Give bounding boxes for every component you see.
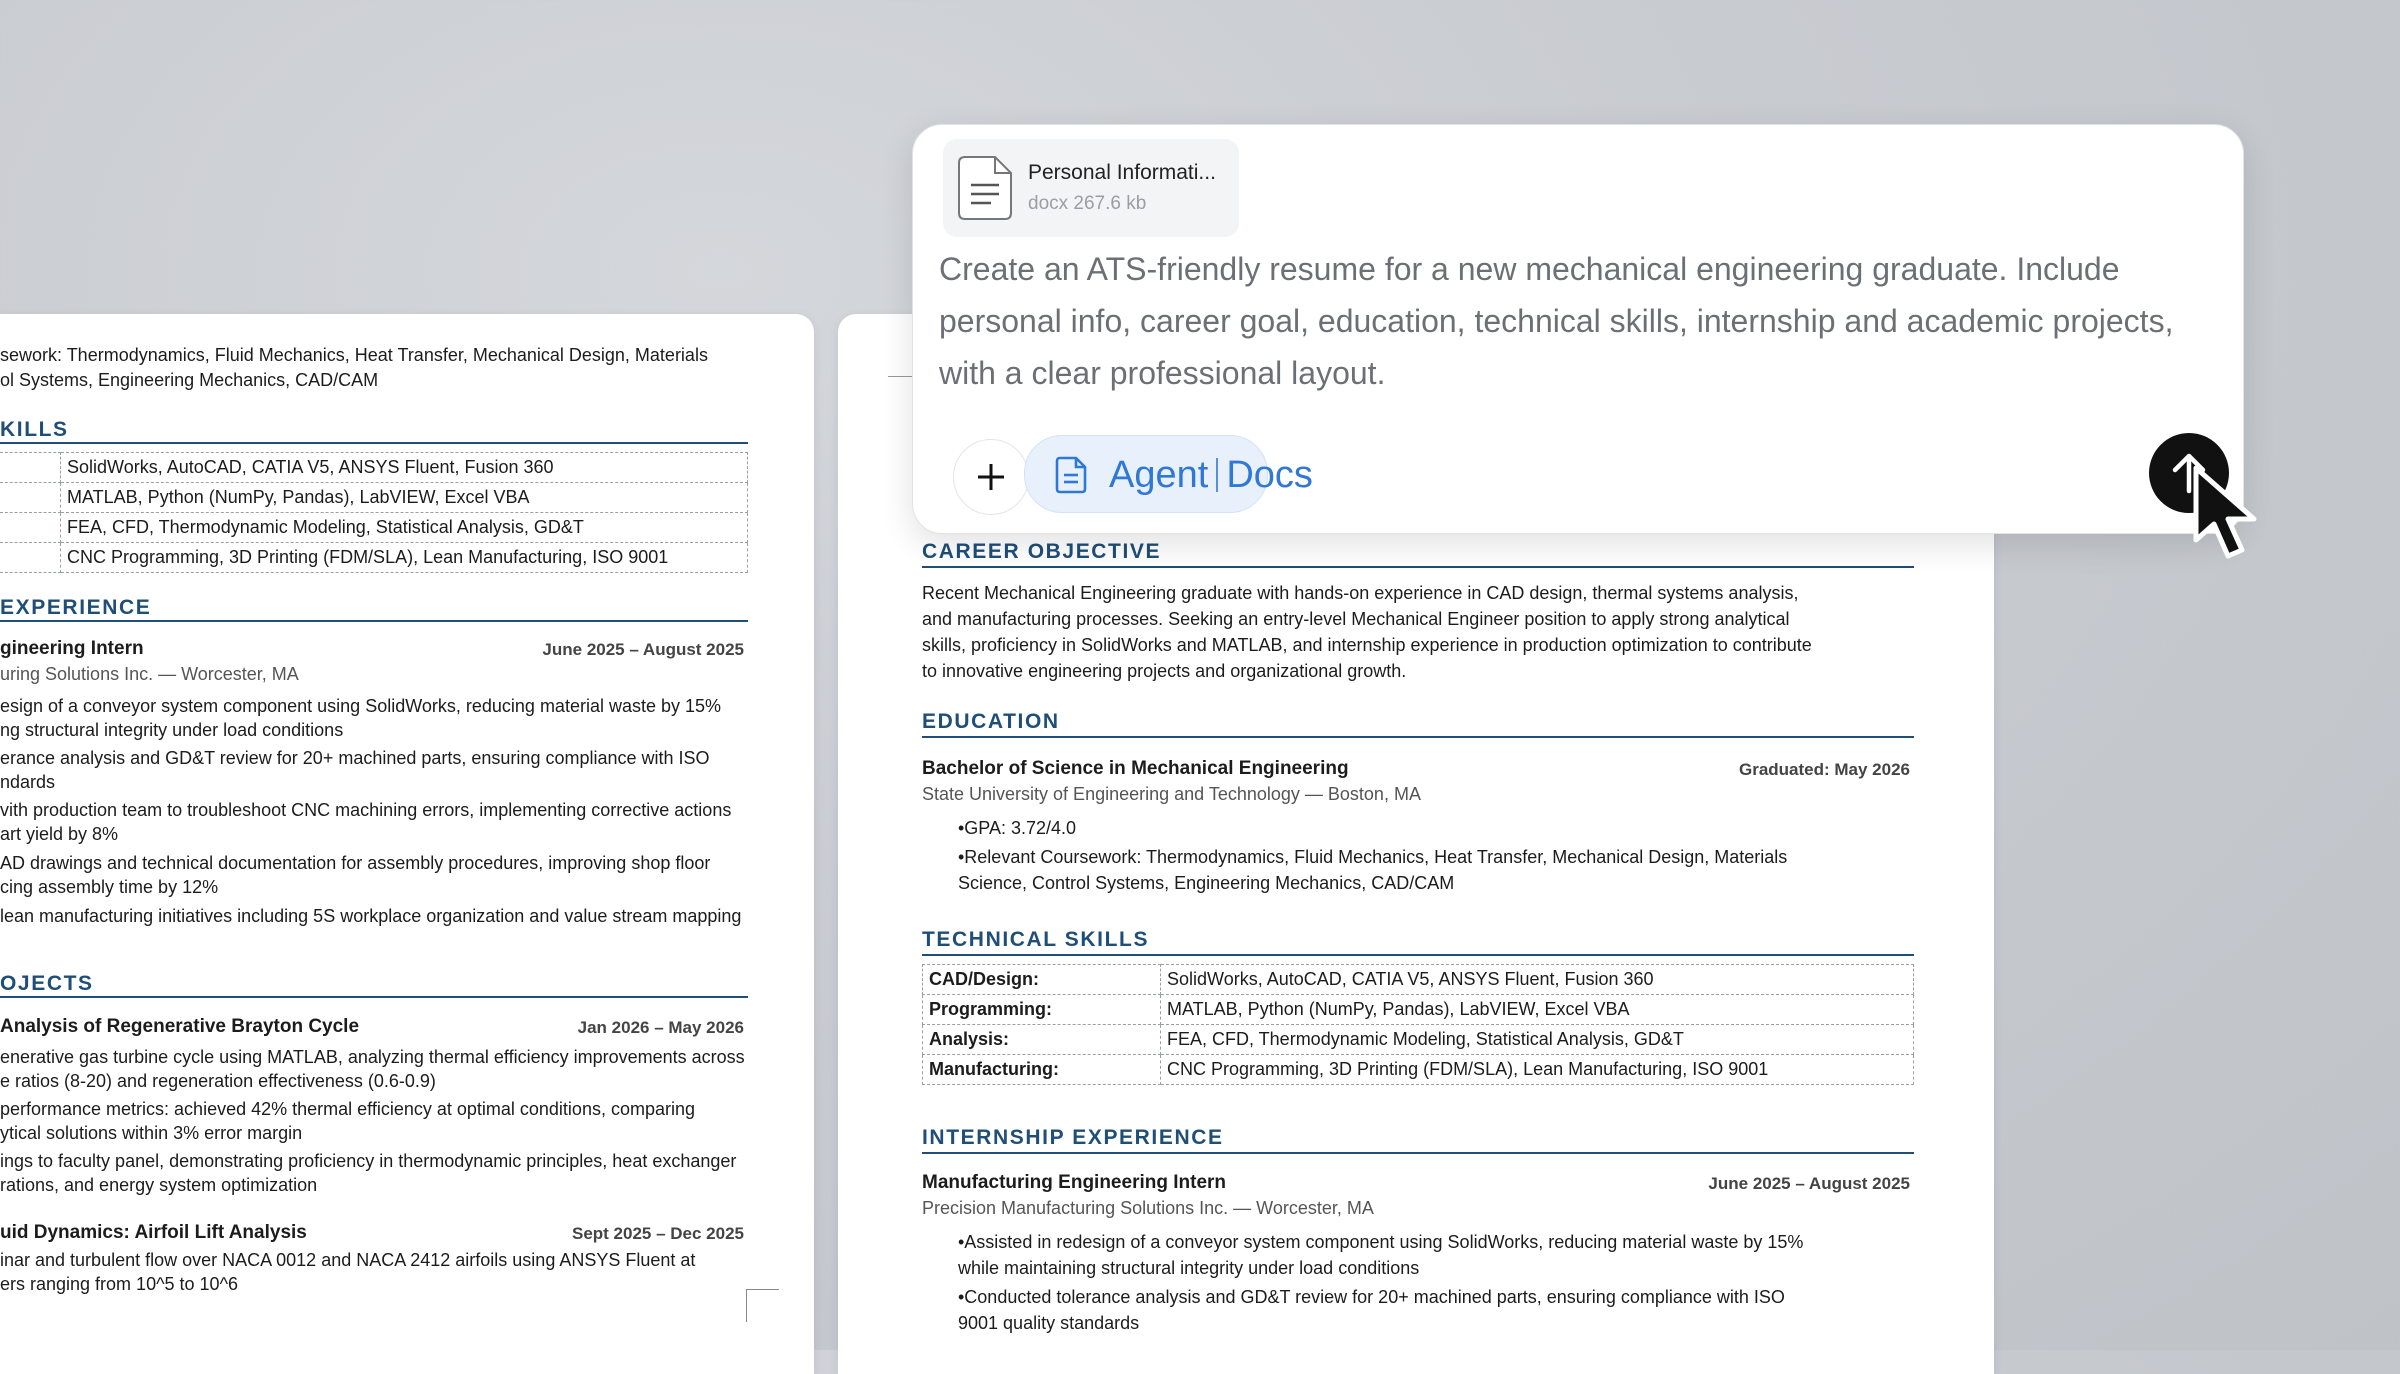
agent-mode: Docs	[1226, 454, 1313, 496]
bullet-line: esign of a conveyor system component usi…	[0, 696, 722, 716]
bullet-line: 9001 quality standards	[958, 1313, 1140, 1333]
file-name: Personal Informati...	[1028, 161, 1216, 184]
bullet-line: ings to faculty panel, demonstrating pro…	[0, 1151, 737, 1171]
job-title: gineering Intern	[0, 638, 144, 659]
bullet-line: ng structural integrity under load condi…	[0, 720, 344, 740]
bullet-line: ytical solutions within 3% error margin	[0, 1123, 303, 1143]
doc-icon	[1055, 456, 1087, 494]
document-icon	[958, 156, 1012, 220]
skills-cell: MATLAB, Python (NumPy, Pandas), LabVIEW,…	[60, 482, 748, 513]
skills-value: FEA, CFD, Thermodynamic Modeling, Statis…	[1160, 1024, 1914, 1055]
add-attachment-button[interactable]	[953, 439, 1029, 515]
bullet-line: •Relevant Coursework: Thermodynamics, Fl…	[958, 847, 1788, 867]
skills-cell: SolidWorks, AutoCAD, CATIA V5, ANSYS Flu…	[60, 452, 748, 483]
plus-icon	[978, 464, 1004, 490]
bullet-line: ndards	[0, 772, 56, 792]
job-company: uring Solutions Inc. — Worcester, MA	[0, 664, 299, 684]
chat-composer: Personal Informati... docx 267.6 kb Crea…	[912, 124, 2244, 534]
mouse-pointer-icon	[2193, 465, 2257, 559]
bullet-line: cing assembly time by 12%	[0, 877, 219, 897]
separator	[1216, 458, 1219, 492]
skills-cell: CNC Programming, 3D Printing (FDM/SLA), …	[60, 542, 748, 573]
objective-line: skills, proficiency in SolidWorks and MA…	[922, 635, 1812, 655]
bullet-line: performance metrics: achieved 42% therma…	[0, 1099, 695, 1119]
table-row: CAD/Design: SolidWorks, AutoCAD, CATIA V5…	[922, 964, 1914, 995]
bullet-line: Science, Control Systems, Engineering Me…	[958, 873, 1455, 893]
section-rule	[922, 954, 1914, 956]
table-row: SolidWorks, AutoCAD, CATIA V5, ANSYS Flu…	[0, 452, 748, 483]
table-row: Programming: MATLAB, Python (NumPy, Panda…	[922, 994, 1914, 1025]
section-title-objective: CAREER OBJECTIVE	[922, 540, 1162, 563]
skills-table: SolidWorks, AutoCAD, CATIA V5, ANSYS Flu…	[0, 452, 748, 573]
section-title-projects: OJECTS	[0, 972, 94, 995]
objective-line: to innovative engineering projects and o…	[922, 661, 1407, 681]
bullet-line: e ratios (8-20) and regeneration effecti…	[0, 1071, 436, 1091]
prompt-input[interactable]: Create an ATS-friendly resume for a new …	[939, 243, 2199, 399]
objective-line: and manufacturing processes. Seeking an …	[922, 609, 1790, 629]
bullet-line: erance analysis and GD&T review for 20+ …	[0, 748, 710, 768]
bullet-line: AD drawings and technical documentation …	[0, 853, 711, 873]
section-title-skills: TECHNICAL SKILLS	[922, 928, 1150, 951]
file-meta: docx 267.6 kb	[1028, 193, 1147, 214]
skills-key: CAD/Design:	[922, 964, 1161, 995]
project-title: Analysis of Regenerative Brayton Cycle	[0, 1016, 360, 1037]
section-title-experience: EXPERIENCE	[0, 596, 152, 619]
project-date: Sept 2025 – Dec 2025	[571, 1224, 744, 1243]
degree-title: Bachelor of Science in Mechanical Engine…	[922, 758, 1349, 779]
coursework-line: sework: Thermodynamics, Fluid Mechanics,…	[0, 345, 708, 365]
skills-value: SolidWorks, AutoCAD, CATIA V5, ANSYS Flu…	[1160, 964, 1914, 995]
table-row: Manufacturing: CNC Programming, 3D Printi…	[922, 1054, 1914, 1085]
bullet-line: ers ranging from 10^5 to 10^6	[0, 1274, 239, 1294]
agent-label: Agent	[1109, 454, 1209, 496]
section-rule	[922, 566, 1914, 568]
section-title-education: EDUCATION	[922, 710, 1060, 733]
bullet-line: rations, and energy system optimization	[0, 1175, 318, 1195]
table-row: CNC Programming, 3D Printing (FDM/SLA), …	[0, 542, 748, 573]
job-date: June 2025 – August 2025	[542, 640, 744, 659]
bullet-line: •Conducted tolerance analysis and GD&T r…	[958, 1287, 1785, 1307]
agent-mode-label: Agent Docs	[1109, 454, 1313, 497]
skills-value: CNC Programming, 3D Printing (FDM/SLA), …	[1160, 1054, 1914, 1085]
job-company: Precision Manufacturing Solutions Inc. —…	[922, 1198, 1374, 1218]
skills-key: Programming:	[922, 994, 1161, 1025]
bullet-line: enerative gas turbine cycle using MATLAB…	[0, 1047, 745, 1067]
section-rule	[922, 736, 1914, 738]
bullet-line: vith production team to troubleshoot CNC…	[0, 800, 732, 820]
coursework-line: ol Systems, Engineering Mechanics, CAD/C…	[0, 370, 379, 390]
skills-key: Analysis:	[922, 1024, 1161, 1055]
skills-value: MATLAB, Python (NumPy, Pandas), LabVIEW,…	[1160, 994, 1914, 1025]
school-name: State University of Engineering and Tech…	[922, 784, 1421, 804]
table-row: MATLAB, Python (NumPy, Pandas), LabVIEW,…	[0, 482, 748, 513]
skills-key: Manufacturing:	[922, 1054, 1161, 1085]
table-row: FEA, CFD, Thermodynamic Modeling, Statis…	[0, 512, 748, 543]
job-date: June 2025 – August 2025	[1708, 1174, 1910, 1193]
table-row: Analysis: FEA, CFD, Thermodynamic Modelin…	[922, 1024, 1914, 1055]
section-rule	[922, 1152, 1914, 1154]
skills-table: CAD/Design: SolidWorks, AutoCAD, CATIA V5…	[922, 964, 1914, 1085]
resume-page-left: sework: Thermodynamics, Fluid Mechanics,…	[0, 314, 814, 1374]
project-date: Jan 2026 – May 2026	[577, 1018, 744, 1037]
bullet-line: •GPA: 3.72/4.0	[958, 818, 1077, 838]
attached-file-chip[interactable]: Personal Informati... docx 267.6 kb	[943, 139, 1239, 237]
section-rule	[0, 996, 748, 998]
bullet-line: •Assisted in redesign of a conveyor syst…	[958, 1232, 1804, 1252]
crop-mark	[746, 1289, 779, 1322]
section-title-internship: INTERNSHIP EXPERIENCE	[922, 1126, 1224, 1149]
bullet-line: lean manufacturing initiatives including…	[0, 906, 742, 926]
bullet-line: art yield by 8%	[0, 824, 119, 844]
bullet-line: inar and turbulent flow over NACA 0012 a…	[0, 1250, 696, 1270]
project-title: uid Dynamics: Airfoil Lift Analysis	[0, 1222, 307, 1243]
bullet-line: while maintaining structural integrity u…	[958, 1258, 1420, 1278]
skills-cell: FEA, CFD, Thermodynamic Modeling, Statis…	[60, 512, 748, 543]
section-rule	[0, 442, 748, 444]
section-title-skills: KILLS	[0, 418, 69, 441]
agent-mode-selector[interactable]: Agent Docs	[1024, 435, 1313, 513]
job-title: Manufacturing Engineering Intern	[922, 1172, 1227, 1193]
section-rule	[0, 620, 748, 622]
objective-line: Recent Mechanical Engineering graduate w…	[922, 583, 1799, 603]
graduation-date: Graduated: May 2026	[1738, 760, 1910, 779]
